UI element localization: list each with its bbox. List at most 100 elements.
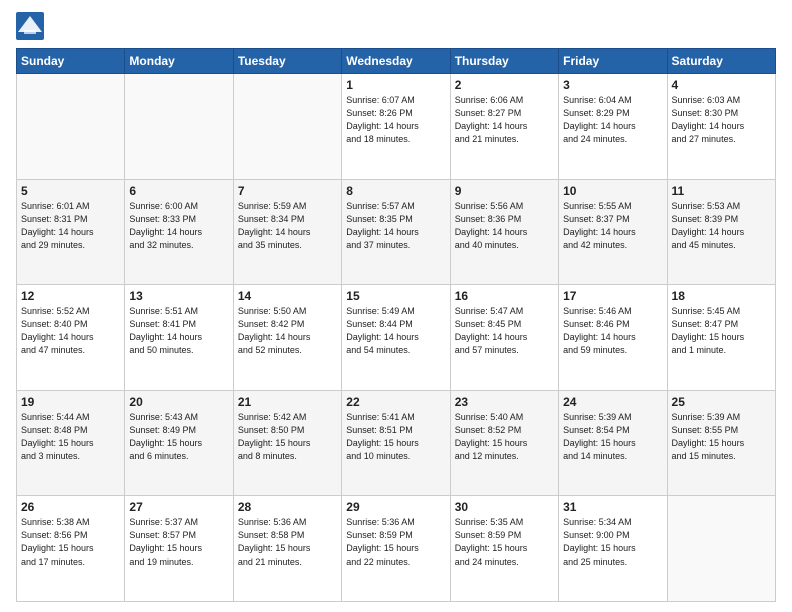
calendar-cell: 6 Sunrise: 6:00 AM Sunset: 8:33 PM Daylig… xyxy=(125,179,233,285)
day-info: Sunrise: 6:04 AM Sunset: 8:29 PM Dayligh… xyxy=(563,94,662,146)
day-number: 9 xyxy=(455,184,554,198)
col-header-monday: Monday xyxy=(125,49,233,74)
day-info: Sunrise: 5:36 AM Sunset: 8:58 PM Dayligh… xyxy=(238,516,337,568)
day-number: 16 xyxy=(455,289,554,303)
day-info: Sunrise: 5:42 AM Sunset: 8:50 PM Dayligh… xyxy=(238,411,337,463)
day-number: 7 xyxy=(238,184,337,198)
day-number: 14 xyxy=(238,289,337,303)
day-number: 27 xyxy=(129,500,228,514)
calendar-cell: 31 Sunrise: 5:34 AM Sunset: 9:00 PM Dayli… xyxy=(559,496,667,602)
calendar-cell: 28 Sunrise: 5:36 AM Sunset: 8:58 PM Dayli… xyxy=(233,496,341,602)
calendar-cell xyxy=(17,74,125,180)
day-number: 11 xyxy=(672,184,771,198)
calendar-cell: 1 Sunrise: 6:07 AM Sunset: 8:26 PM Daylig… xyxy=(342,74,450,180)
logo-icon xyxy=(16,12,44,40)
calendar-cell: 15 Sunrise: 5:49 AM Sunset: 8:44 PM Dayli… xyxy=(342,285,450,391)
day-number: 26 xyxy=(21,500,120,514)
col-header-friday: Friday xyxy=(559,49,667,74)
calendar-week-2: 5Sunrise: 6:01 AM Sunset: 8:31 PM Daylig… xyxy=(17,179,776,285)
day-number: 13 xyxy=(129,289,228,303)
day-info: Sunrise: 5:39 AM Sunset: 8:54 PM Dayligh… xyxy=(563,411,662,463)
header xyxy=(16,12,776,40)
day-info: Sunrise: 5:40 AM Sunset: 8:52 PM Dayligh… xyxy=(455,411,554,463)
day-number: 21 xyxy=(238,395,337,409)
day-info: Sunrise: 5:41 AM Sunset: 8:51 PM Dayligh… xyxy=(346,411,445,463)
day-number: 1 xyxy=(346,78,445,92)
day-info: Sunrise: 5:34 AM Sunset: 9:00 PM Dayligh… xyxy=(563,516,662,568)
day-info: Sunrise: 5:59 AM Sunset: 8:34 PM Dayligh… xyxy=(238,200,337,252)
day-number: 15 xyxy=(346,289,445,303)
day-info: Sunrise: 6:06 AM Sunset: 8:27 PM Dayligh… xyxy=(455,94,554,146)
calendar-table: SundayMondayTuesdayWednesdayThursdayFrid… xyxy=(16,48,776,602)
day-number: 22 xyxy=(346,395,445,409)
day-info: Sunrise: 5:37 AM Sunset: 8:57 PM Dayligh… xyxy=(129,516,228,568)
calendar-cell: 27 Sunrise: 5:37 AM Sunset: 8:57 PM Dayli… xyxy=(125,496,233,602)
day-info: Sunrise: 5:57 AM Sunset: 8:35 PM Dayligh… xyxy=(346,200,445,252)
calendar-cell: 17Sunrise: 5:46 AM Sunset: 8:46 PM Dayli… xyxy=(559,285,667,391)
day-info: Sunrise: 5:36 AM Sunset: 8:59 PM Dayligh… xyxy=(346,516,445,568)
calendar-cell: 11Sunrise: 5:53 AM Sunset: 8:39 PM Dayli… xyxy=(667,179,775,285)
calendar-week-1: 1 Sunrise: 6:07 AM Sunset: 8:26 PM Daylig… xyxy=(17,74,776,180)
calendar-cell: 16 Sunrise: 5:47 AM Sunset: 8:45 PM Dayli… xyxy=(450,285,558,391)
calendar-cell: 25 Sunrise: 5:39 AM Sunset: 8:55 PM Dayli… xyxy=(667,390,775,496)
day-number: 12 xyxy=(21,289,120,303)
calendar-week-3: 12 Sunrise: 5:52 AM Sunset: 8:40 PM Dayli… xyxy=(17,285,776,391)
day-info: Sunrise: 5:43 AM Sunset: 8:49 PM Dayligh… xyxy=(129,411,228,463)
calendar-cell: 9Sunrise: 5:56 AM Sunset: 8:36 PM Daylig… xyxy=(450,179,558,285)
day-number: 17 xyxy=(563,289,662,303)
day-info: Sunrise: 6:07 AM Sunset: 8:26 PM Dayligh… xyxy=(346,94,445,146)
day-number: 24 xyxy=(563,395,662,409)
calendar-cell: 7 Sunrise: 5:59 AM Sunset: 8:34 PM Daylig… xyxy=(233,179,341,285)
calendar-cell: 4 Sunrise: 6:03 AM Sunset: 8:30 PM Daylig… xyxy=(667,74,775,180)
logo xyxy=(16,12,46,40)
day-number: 2 xyxy=(455,78,554,92)
day-number: 20 xyxy=(129,395,228,409)
calendar-cell xyxy=(125,74,233,180)
col-header-thursday: Thursday xyxy=(450,49,558,74)
day-number: 31 xyxy=(563,500,662,514)
day-number: 25 xyxy=(672,395,771,409)
day-info: Sunrise: 5:52 AM Sunset: 8:40 PM Dayligh… xyxy=(21,305,120,357)
calendar-cell: 29 Sunrise: 5:36 AM Sunset: 8:59 PM Dayli… xyxy=(342,496,450,602)
day-number: 28 xyxy=(238,500,337,514)
page: SundayMondayTuesdayWednesdayThursdayFrid… xyxy=(0,0,792,612)
calendar-cell: 3 Sunrise: 6:04 AM Sunset: 8:29 PM Daylig… xyxy=(559,74,667,180)
day-number: 6 xyxy=(129,184,228,198)
calendar-cell: 8Sunrise: 5:57 AM Sunset: 8:35 PM Daylig… xyxy=(342,179,450,285)
day-info: Sunrise: 5:50 AM Sunset: 8:42 PM Dayligh… xyxy=(238,305,337,357)
day-info: Sunrise: 5:55 AM Sunset: 8:37 PM Dayligh… xyxy=(563,200,662,252)
day-number: 29 xyxy=(346,500,445,514)
day-info: Sunrise: 5:47 AM Sunset: 8:45 PM Dayligh… xyxy=(455,305,554,357)
day-info: Sunrise: 5:44 AM Sunset: 8:48 PM Dayligh… xyxy=(21,411,120,463)
col-header-tuesday: Tuesday xyxy=(233,49,341,74)
calendar-cell: 5Sunrise: 6:01 AM Sunset: 8:31 PM Daylig… xyxy=(17,179,125,285)
day-info: Sunrise: 5:51 AM Sunset: 8:41 PM Dayligh… xyxy=(129,305,228,357)
calendar-cell: 19 Sunrise: 5:44 AM Sunset: 8:48 PM Dayli… xyxy=(17,390,125,496)
calendar-cell: 24 Sunrise: 5:39 AM Sunset: 8:54 PM Dayli… xyxy=(559,390,667,496)
day-number: 18 xyxy=(672,289,771,303)
day-info: Sunrise: 6:00 AM Sunset: 8:33 PM Dayligh… xyxy=(129,200,228,252)
day-number: 3 xyxy=(563,78,662,92)
calendar-cell: 10 Sunrise: 5:55 AM Sunset: 8:37 PM Dayli… xyxy=(559,179,667,285)
day-number: 30 xyxy=(455,500,554,514)
calendar-cell: 30 Sunrise: 5:35 AM Sunset: 8:59 PM Dayli… xyxy=(450,496,558,602)
calendar-week-5: 26Sunrise: 5:38 AM Sunset: 8:56 PM Dayli… xyxy=(17,496,776,602)
calendar-cell: 2 Sunrise: 6:06 AM Sunset: 8:27 PM Daylig… xyxy=(450,74,558,180)
col-header-wednesday: Wednesday xyxy=(342,49,450,74)
col-header-sunday: Sunday xyxy=(17,49,125,74)
day-info: Sunrise: 5:39 AM Sunset: 8:55 PM Dayligh… xyxy=(672,411,771,463)
calendar-week-4: 19 Sunrise: 5:44 AM Sunset: 8:48 PM Dayli… xyxy=(17,390,776,496)
day-number: 23 xyxy=(455,395,554,409)
day-info: Sunrise: 5:49 AM Sunset: 8:44 PM Dayligh… xyxy=(346,305,445,357)
calendar-cell: 26Sunrise: 5:38 AM Sunset: 8:56 PM Dayli… xyxy=(17,496,125,602)
calendar-cell: 23 Sunrise: 5:40 AM Sunset: 8:52 PM Dayli… xyxy=(450,390,558,496)
day-number: 5 xyxy=(21,184,120,198)
calendar-cell xyxy=(233,74,341,180)
col-header-saturday: Saturday xyxy=(667,49,775,74)
day-number: 10 xyxy=(563,184,662,198)
day-info: Sunrise: 5:35 AM Sunset: 8:59 PM Dayligh… xyxy=(455,516,554,568)
day-info: Sunrise: 6:03 AM Sunset: 8:30 PM Dayligh… xyxy=(672,94,771,146)
calendar-cell: 20 Sunrise: 5:43 AM Sunset: 8:49 PM Dayli… xyxy=(125,390,233,496)
day-number: 19 xyxy=(21,395,120,409)
day-number: 4 xyxy=(672,78,771,92)
